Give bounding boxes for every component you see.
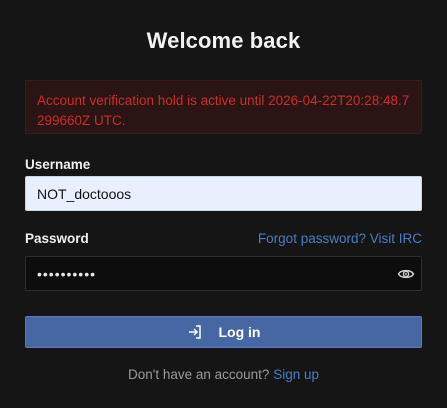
signup-link[interactable]: Sign up	[273, 367, 319, 382]
password-label: Password	[25, 231, 89, 246]
username-input[interactable]	[25, 176, 422, 211]
username-label: Username	[25, 157, 91, 172]
login-icon	[187, 324, 203, 340]
login-card: Welcome back Account verification hold i…	[0, 0, 447, 408]
signup-prompt: Don't have an account? Sign up	[0, 367, 447, 382]
login-button[interactable]: Log in	[25, 316, 422, 348]
page-title: Welcome back	[146, 28, 301, 53]
login-button-label: Log in	[218, 324, 261, 340]
error-alert: Account verification hold is active unti…	[25, 80, 422, 134]
password-input[interactable]	[26, 257, 386, 290]
signup-prompt-text: Don't have an account?	[128, 367, 270, 382]
password-field	[25, 256, 422, 291]
eye-icon[interactable]	[397, 265, 415, 283]
forgot-password-link[interactable]: Forgot password? Visit IRC	[258, 231, 422, 246]
